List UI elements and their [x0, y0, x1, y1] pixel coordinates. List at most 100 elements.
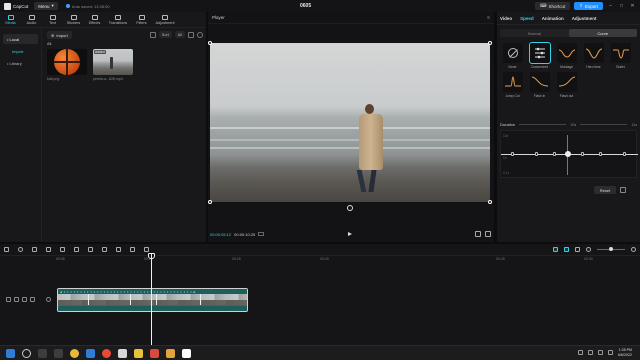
media-item[interactable]: ball.png [47, 49, 87, 81]
crop-handle[interactable] [208, 41, 212, 45]
tab-adjustment[interactable]: Adjustment [572, 16, 597, 21]
start-icon[interactable] [6, 349, 15, 358]
curve-point-selected[interactable] [565, 151, 571, 157]
file-explorer-icon[interactable] [134, 349, 143, 358]
rotate-icon[interactable] [347, 205, 353, 211]
tab-media[interactable]: Media [0, 12, 21, 27]
curve-point[interactable] [535, 152, 538, 156]
grid-view-icon[interactable] [149, 31, 156, 38]
task-view-icon[interactable] [38, 349, 47, 358]
shortcut-button[interactable]: ⌨ Shortcut [534, 2, 571, 10]
sort-button[interactable]: Sort [158, 31, 172, 38]
nav-local[interactable]: • Local [3, 34, 38, 44]
search-icon[interactable] [197, 31, 203, 38]
reset-button[interactable]: Reset [594, 186, 616, 194]
tab-text[interactable]: Text [42, 12, 63, 27]
fullscreen-icon[interactable] [485, 231, 491, 237]
tab-stickers[interactable]: Stickers [63, 12, 84, 27]
preset-jump-cut[interactable]: Jump Cut [500, 72, 525, 98]
select-icon[interactable] [188, 31, 194, 38]
widgets-icon[interactable] [54, 349, 63, 358]
curve-point[interactable] [511, 152, 514, 156]
clock[interactable]: 1:28 PM 6/6/2022 [618, 348, 632, 357]
preview-axis-icon[interactable] [575, 247, 580, 252]
timecode-format-icon[interactable] [258, 232, 265, 236]
rotate-icon[interactable] [130, 247, 135, 252]
preset-none[interactable]: None [500, 43, 525, 69]
tab-filters[interactable]: Filters [131, 12, 152, 27]
curve-point[interactable] [599, 152, 602, 156]
zoom-out-icon[interactable] [586, 247, 591, 252]
menu-button[interactable]: Menu ▾ [34, 2, 58, 10]
wifi-icon[interactable] [588, 350, 593, 356]
battery-icon[interactable] [608, 350, 613, 356]
crop-handle[interactable] [488, 200, 492, 204]
export-button[interactable]: ⇪ Export [574, 2, 603, 10]
freeze-icon[interactable] [88, 247, 93, 252]
nav-import[interactable]: Import [3, 46, 38, 56]
split-icon[interactable] [32, 247, 37, 252]
playhead[interactable] [151, 254, 152, 345]
tab-speed[interactable]: Speed [520, 16, 534, 21]
time-ruler[interactable]: 00:05 00:10 00:15 00:20 00:25 00:30 [56, 256, 640, 264]
mirror-icon[interactable] [116, 247, 121, 252]
tab-animation[interactable]: Animation [542, 16, 564, 21]
volume-icon[interactable] [598, 350, 603, 356]
visibility-icon[interactable] [22, 297, 27, 302]
preset-customized[interactable]: Customized [527, 42, 552, 69]
edge-icon[interactable] [86, 349, 95, 358]
tab-audio[interactable]: Audio [21, 12, 42, 27]
nav-library[interactable]: • Library [3, 58, 38, 68]
app-icon[interactable] [166, 349, 175, 358]
browser-icon[interactable] [102, 349, 111, 358]
chevron-up-icon[interactable] [578, 350, 583, 356]
video-clip[interactable]: ◂ • • • • • • • • • • • • • • • • • • • … [57, 288, 248, 312]
tab-effects[interactable]: Effects [84, 12, 105, 27]
tab-transitions[interactable]: Transitions [105, 12, 131, 27]
link-clip-icon[interactable] [46, 297, 51, 302]
zoom-slider[interactable] [597, 247, 625, 251]
app-icon[interactable] [118, 349, 127, 358]
link-icon[interactable] [564, 247, 569, 252]
normal-speed-option[interactable]: Normal [500, 29, 569, 37]
mute-icon[interactable] [30, 297, 35, 302]
delete-icon[interactable] [74, 247, 79, 252]
curve-point[interactable] [581, 152, 584, 156]
curve-point[interactable] [553, 152, 556, 156]
undo-icon[interactable] [18, 247, 23, 252]
minimize-icon[interactable]: – [607, 3, 614, 9]
split-left-icon[interactable] [46, 247, 51, 252]
preset-montage[interactable]: Montage [554, 43, 579, 69]
curve-point[interactable] [623, 152, 626, 156]
reverse-icon[interactable] [102, 247, 107, 252]
app-icon[interactable] [150, 349, 159, 358]
chrome-icon[interactable] [70, 349, 79, 358]
search-icon[interactable] [22, 349, 31, 358]
select-tool-icon[interactable] [4, 247, 9, 252]
tab-adjustment[interactable]: Adjustment [152, 12, 178, 27]
crop-handle[interactable] [488, 41, 492, 45]
cover-icon[interactable] [6, 297, 11, 302]
preset-hero-time[interactable]: Hero time [581, 43, 606, 69]
capcut-taskbar-icon[interactable] [182, 349, 191, 358]
magnet-icon[interactable] [553, 247, 558, 252]
zoom-in-icon[interactable] [631, 247, 636, 252]
maximize-icon[interactable]: □ [618, 3, 625, 9]
preset-flash-in[interactable]: Flash in [527, 72, 552, 98]
close-icon[interactable]: ✕ [629, 3, 636, 9]
more-icon[interactable]: ≡ [487, 15, 490, 21]
split-right-icon[interactable] [60, 247, 65, 252]
media-item[interactable]: Added pexels-a...826.mp4 [93, 49, 133, 81]
preset-flash-out[interactable]: Flash out [554, 72, 579, 98]
speed-curve-graph[interactable]: 10x 1x 0.1x [500, 130, 638, 178]
fit-icon[interactable] [475, 231, 481, 237]
crop-icon[interactable] [144, 247, 149, 252]
tab-video[interactable]: Video [500, 16, 512, 21]
curve-speed-option[interactable]: Curve [568, 29, 637, 37]
play-icon[interactable] [348, 232, 352, 236]
filter-button[interactable]: All [174, 31, 185, 38]
import-button[interactable]: ⊕ Import [47, 31, 72, 39]
preset-bullet[interactable]: Bullet [608, 43, 633, 69]
delete-point-icon[interactable] [620, 187, 626, 193]
video-preview[interactable] [210, 43, 490, 202]
